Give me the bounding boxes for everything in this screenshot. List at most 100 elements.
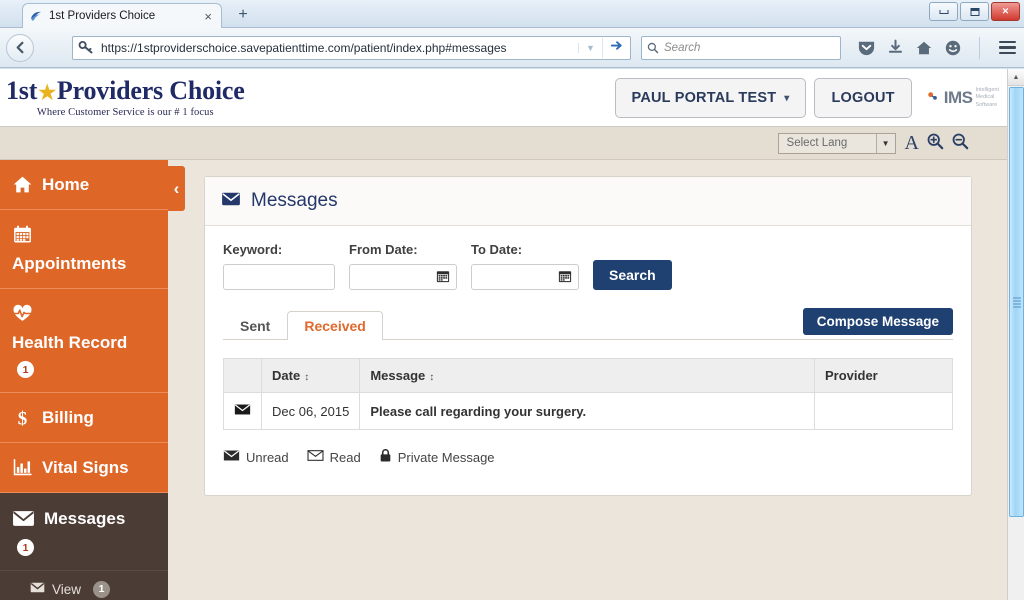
site-header: 1st ★ Providers Choice Where Customer Se… <box>0 69 1007 127</box>
scroll-up-button[interactable]: ▲ <box>1008 69 1024 86</box>
sidebar-item-label: Appointments <box>12 254 127 273</box>
ims-mark-icon <box>926 90 941 105</box>
messages-card-body: Keyword: From Date: To Date: Search Sent… <box>205 226 971 484</box>
browser-titlebar: 1st Providers Choice × + × <box>0 0 1024 28</box>
envelope-icon <box>221 191 241 212</box>
sidebar-collapse-button[interactable]: ‹ <box>168 166 185 211</box>
font-size-controls: A <box>905 132 969 155</box>
from-date-label: From Date: <box>349 242 418 257</box>
keyword-input[interactable] <box>223 264 335 290</box>
calendar-icon[interactable] <box>436 269 450 286</box>
font-normal-button[interactable]: A <box>905 132 919 155</box>
to-date-input[interactable] <box>471 264 579 290</box>
brand-logo[interactable]: 1st ★ Providers Choice Where Customer Se… <box>0 77 245 118</box>
sidebar-item-home[interactable]: Home <box>0 160 168 210</box>
url-text: https://1stproviderschoice.savepatientti… <box>101 40 507 55</box>
page-viewport: 1st ★ Providers Choice Where Customer Se… <box>0 69 1024 600</box>
sidebar-item-billing[interactable]: $ Billing <box>0 393 168 444</box>
new-tab-button[interactable]: + <box>232 5 254 25</box>
from-date-input[interactable] <box>349 264 457 290</box>
messages-table: Date ↕ Message ↕ Provider Dec 06, 2015 P… <box>223 358 953 430</box>
legend-label: Private Message <box>397 449 495 465</box>
site-identity-key-icon[interactable] <box>73 40 99 56</box>
user-menu-button[interactable]: PAUL PORTAL TEST ▾ <box>614 78 807 118</box>
search-icon <box>647 42 659 53</box>
download-icon[interactable] <box>887 39 904 56</box>
sidebar-item-label: Billing <box>42 407 94 427</box>
logout-button[interactable]: LOGOUT <box>814 78 912 118</box>
sidebar-item-label: Home <box>42 174 90 194</box>
sort-icon[interactable]: ↕ <box>304 372 309 383</box>
heartbeat-icon <box>12 303 33 324</box>
language-bar: Select Lang ▼ A <box>0 127 1007 160</box>
go-arrow-icon[interactable] <box>602 37 630 58</box>
page-scrollbar[interactable]: ▲ <box>1007 69 1024 600</box>
search-placeholder: Search <box>664 41 701 54</box>
sidebar-item-appointments[interactable]: Appointments <box>0 210 168 289</box>
column-header-status <box>223 358 262 393</box>
calendar-icon <box>12 224 33 245</box>
home-icon[interactable] <box>915 39 933 57</box>
ims-tagline: Intelligent Medical Software <box>975 86 999 108</box>
sidebar-item-vital-signs[interactable]: Vital Signs <box>0 443 168 494</box>
messages-card: Messages Keyword: From Date: To Date: Se… <box>204 176 972 496</box>
tab-received[interactable]: Received <box>287 311 383 340</box>
table-row[interactable]: Dec 06, 2015 Please call regarding your … <box>223 392 953 430</box>
sync-smiley-icon[interactable] <box>944 39 962 57</box>
minimize-button[interactable] <box>929 2 958 21</box>
zoom-out-icon[interactable] <box>951 132 969 155</box>
browser-tab[interactable]: 1st Providers Choice × <box>22 3 222 28</box>
language-select-value: Select Lang <box>786 137 848 149</box>
scrollbar-thumb[interactable] <box>1009 87 1024 517</box>
back-button[interactable] <box>6 33 34 62</box>
close-icon[interactable]: × <box>201 9 215 24</box>
language-select[interactable]: Select Lang ▼ <box>777 132 896 154</box>
sidebar-item-messages[interactable]: Messages 1 <box>0 493 168 572</box>
envelope-filled-icon[interactable] <box>234 404 251 419</box>
home-icon <box>12 174 33 195</box>
from-date-field-group: From Date: <box>349 242 457 290</box>
zoom-in-icon[interactable] <box>926 132 944 155</box>
column-header-message[interactable]: Message ↕ <box>359 358 815 393</box>
keyword-field-group: Keyword: <box>223 242 335 290</box>
compose-message-button[interactable]: Compose Message <box>802 308 953 335</box>
legend-read: Read <box>307 449 361 465</box>
sidebar-subitem-view[interactable]: View 1 <box>0 571 168 600</box>
url-bar[interactable]: https://1stproviderschoice.savepatientti… <box>72 35 631 60</box>
status-badge: 1 <box>17 539 34 557</box>
envelope-icon <box>12 507 35 530</box>
maximize-button[interactable] <box>960 2 989 21</box>
forward-button <box>38 34 66 62</box>
table-header-row: Date ↕ Message ↕ Provider <box>223 358 953 393</box>
message-status-cell[interactable] <box>223 392 262 430</box>
browser-navbar: https://1stproviderschoice.savepatientti… <box>0 28 1024 68</box>
search-button[interactable]: Search <box>593 260 672 290</box>
message-legend: Unread Read Private Message <box>223 448 953 466</box>
sort-icon[interactable]: ↕ <box>429 372 434 383</box>
user-menu-label: PAUL PORTAL TEST <box>631 90 777 106</box>
chart-bar-icon <box>12 457 33 478</box>
to-date-label: To Date: <box>471 242 523 257</box>
menu-icon[interactable] <box>997 39 1018 57</box>
chevron-down-icon[interactable]: ▼ <box>578 42 602 53</box>
close-window-button[interactable]: × <box>991 2 1020 21</box>
sidebar-item-health-record[interactable]: Health Record 1 <box>0 288 168 394</box>
column-header-date[interactable]: Date ↕ <box>260 358 361 393</box>
page-body: Home Appointments Health Record 1 $ Bill… <box>0 160 1007 600</box>
chevron-down-icon: ▾ <box>784 92 790 104</box>
envelope-icon <box>30 580 45 598</box>
scrollbar-grip-icon <box>1013 297 1021 308</box>
browser-tab-title: 1st Providers Choice <box>49 10 156 22</box>
to-date-field-group: To Date: <box>471 242 579 290</box>
sidebar-item-label: Messages <box>44 508 126 528</box>
message-subject-cell[interactable]: Please call regarding your surgery. <box>359 392 815 430</box>
favicon-icon <box>29 9 43 23</box>
chevron-down-icon[interactable]: ▼ <box>875 133 895 153</box>
browser-search-box[interactable]: Search <box>641 35 841 60</box>
pocket-icon[interactable] <box>857 38 876 57</box>
browser-toolbar-icons <box>845 36 1018 59</box>
legend-label: Read <box>329 449 361 465</box>
ims-text: IMS <box>943 87 973 107</box>
calendar-icon[interactable] <box>558 269 572 286</box>
tab-sent[interactable]: Sent <box>223 311 287 340</box>
